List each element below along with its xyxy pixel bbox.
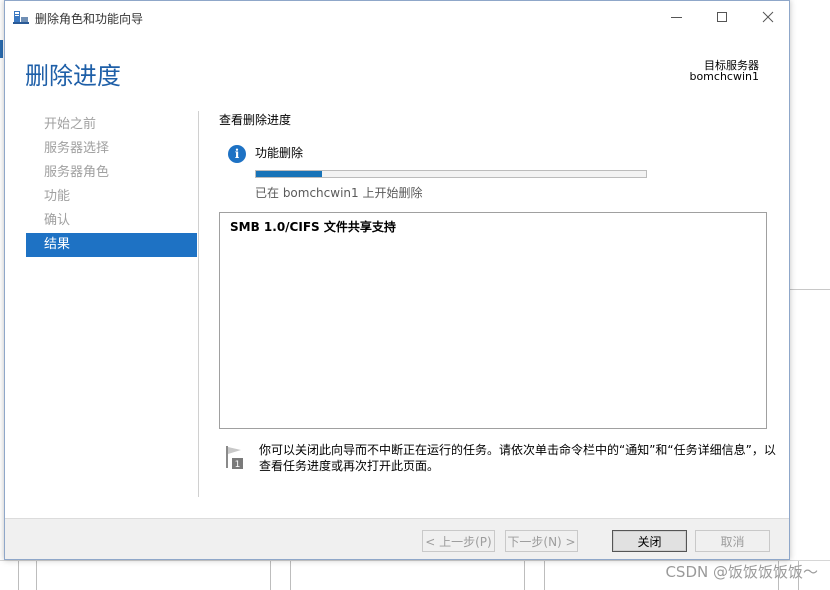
list-item: SMB 1.0/CIFS 文件共享支持 bbox=[230, 220, 396, 234]
button-bar: < 上一步(P) 下一步(N) > 关闭 取消 bbox=[5, 518, 789, 559]
cancel-button[interactable]: 取消 bbox=[695, 530, 770, 552]
section-heading: 查看删除进度 bbox=[219, 113, 292, 127]
nav-item-features[interactable]: 功能 bbox=[26, 185, 197, 209]
nav-item-results[interactable]: 结果 bbox=[26, 233, 197, 257]
progress-fill bbox=[256, 171, 323, 177]
bottom-panel-divider bbox=[290, 561, 291, 590]
wizard-nav: 开始之前 服务器选择 服务器角色 功能 确认 结果 bbox=[26, 113, 197, 257]
next-button[interactable]: 下一步(N) > bbox=[505, 530, 578, 552]
progress-bar bbox=[255, 170, 647, 178]
nav-item-before-you-begin[interactable]: 开始之前 bbox=[26, 113, 197, 137]
maximize-icon bbox=[717, 12, 727, 22]
info-note: 你可以关闭此向导而不中断正在运行的任务。请依次单击命令栏中的“通知”和“任务详细… bbox=[259, 443, 776, 473]
minimize-button[interactable] bbox=[653, 1, 699, 33]
page-title: 删除进度 bbox=[25, 62, 121, 90]
bottom-panel-divider bbox=[524, 561, 525, 590]
close-icon bbox=[762, 11, 774, 23]
operation-title: 功能删除 bbox=[255, 146, 304, 160]
target-server-name: bomchcwin1 bbox=[689, 70, 759, 83]
nav-item-server-selection[interactable]: 服务器选择 bbox=[26, 137, 197, 161]
window-title: 删除角色和功能向导 bbox=[35, 12, 144, 26]
previous-button[interactable]: < 上一步(P) bbox=[422, 530, 495, 552]
desktop-background bbox=[790, 0, 830, 590]
close-button[interactable]: 关闭 bbox=[612, 530, 687, 552]
bottom-panel-divider bbox=[270, 561, 271, 590]
info-icon: i bbox=[228, 145, 246, 163]
wizard-window: 删除角色和功能向导 删除进度 目标服务器 bomchcwin1 开始之前 服务器… bbox=[4, 0, 790, 560]
nav-item-confirmation[interactable]: 确认 bbox=[26, 209, 197, 233]
bottom-panel-divider bbox=[36, 561, 37, 590]
desktop-accent bbox=[0, 40, 3, 58]
minimize-icon bbox=[670, 16, 682, 18]
watermark-text: CSDN @饭饭饭饭饭～ bbox=[665, 563, 818, 581]
nav-divider bbox=[198, 111, 199, 497]
bottom-panel-divider bbox=[18, 561, 19, 590]
bottom-panel-divider bbox=[544, 561, 545, 590]
server-manager-icon bbox=[13, 9, 29, 25]
svg-text:1: 1 bbox=[235, 460, 241, 470]
close-window-button[interactable] bbox=[745, 1, 791, 33]
maximize-button[interactable] bbox=[699, 1, 745, 33]
results-list[interactable]: SMB 1.0/CIFS 文件共享支持 bbox=[219, 212, 767, 429]
flag-notification-icon: 1 bbox=[223, 444, 245, 470]
desktop-divider bbox=[790, 289, 830, 290]
operation-status: 已在 bomchcwin1 上开始删除 bbox=[255, 186, 423, 200]
title-bar[interactable]: 删除角色和功能向导 bbox=[5, 1, 789, 33]
nav-item-server-roles[interactable]: 服务器角色 bbox=[26, 161, 197, 185]
